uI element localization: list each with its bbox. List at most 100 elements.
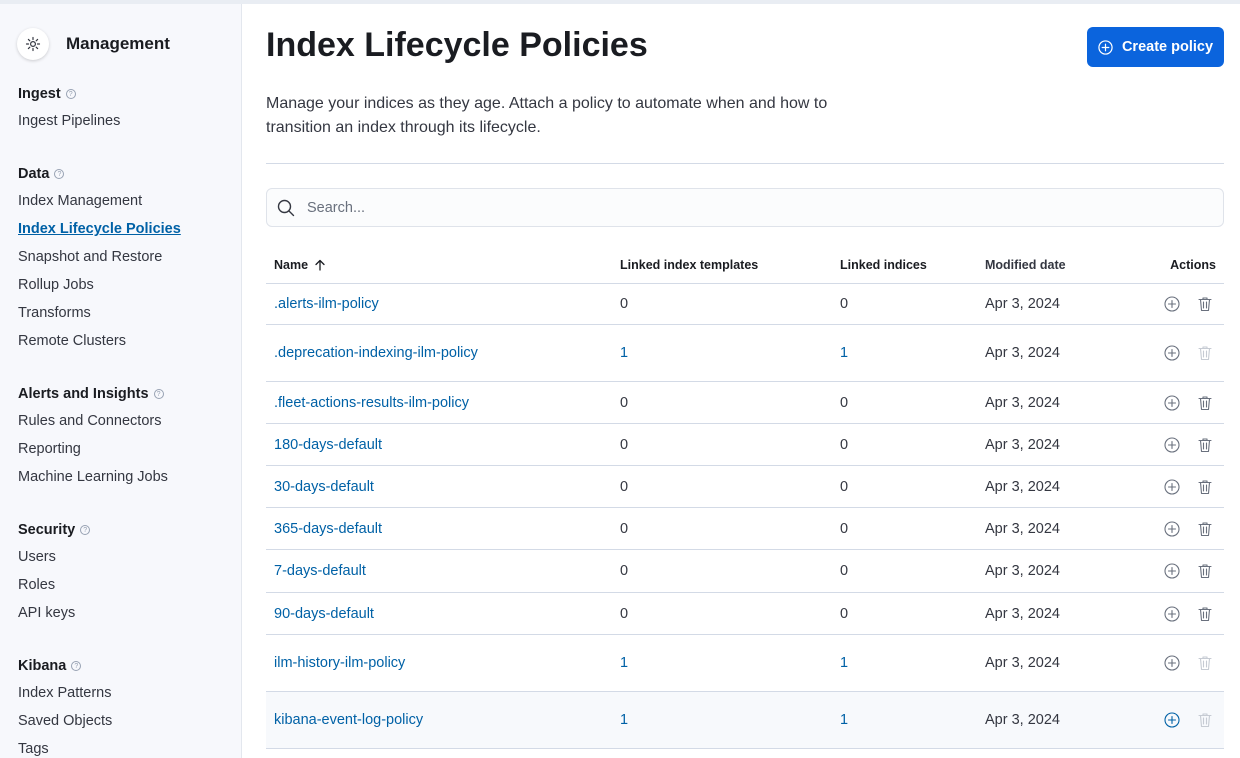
modified-date: Apr 3, 2024 (985, 655, 1060, 671)
linked-indices-count[interactable]: 1 (840, 655, 985, 671)
table-row: 30-days-default 0 0 Apr 3, 2024 (266, 466, 1224, 508)
trash-icon[interactable] (1196, 394, 1214, 412)
search-input[interactable] (307, 199, 1187, 216)
add-policy-to-index-template-icon[interactable] (1163, 394, 1181, 412)
trash-icon[interactable] (1196, 436, 1214, 454)
policy-name-link[interactable]: 7-days-default (266, 563, 620, 579)
add-policy-to-index-template-icon[interactable] (1163, 295, 1181, 313)
modified-date: Apr 3, 2024 (985, 563, 1060, 579)
table-row: .deprecation-indexing-ilm-policy 1 1 Apr 3,… (266, 325, 1224, 382)
add-policy-to-index-template-icon[interactable] (1163, 520, 1181, 538)
linked-indices-count: 0 (840, 296, 849, 312)
policy-name-link[interactable]: 90-days-default (266, 606, 620, 622)
help-icon: ? (71, 661, 82, 671)
help-icon: ? (153, 389, 164, 399)
table-row: ilm-history-ilm-policy 1 1 Apr 3, 2024 (266, 635, 1224, 692)
add-policy-to-index-template-icon[interactable] (1163, 344, 1181, 362)
linked-templates-count: 0 (620, 478, 629, 495)
create-policy-button[interactable]: Create policy (1087, 27, 1224, 67)
linked-indices-count[interactable]: 1 (840, 345, 985, 361)
add-policy-to-index-template-icon[interactable] (1163, 562, 1181, 580)
linked-templates-count[interactable]: 1 (620, 345, 840, 361)
create-policy-label: Create policy (1121, 39, 1214, 55)
sidebar-group-title: Kibana? (18, 656, 112, 676)
sidebar-group-alerts-and-insights: Alerts and Insights? Rules and Connector… (18, 384, 168, 491)
plus-circle-icon (1098, 39, 1113, 55)
column-header-name[interactable]: Name (266, 258, 620, 272)
sidebar-group-title: Security? (18, 520, 91, 540)
trash-icon[interactable] (1196, 605, 1214, 623)
table-row: 7-days-default 0 0 Apr 3, 2024 (266, 550, 1224, 593)
sidebar-item-machine-learning-jobs[interactable]: Machine Learning Jobs (18, 463, 168, 491)
page-description: Manage your indices as they age. Attach … (266, 95, 828, 136)
sidebar-item-roles[interactable]: Roles (18, 571, 90, 599)
sidebar-item-index-management[interactable]: Index Management (18, 187, 181, 215)
divider (266, 163, 1224, 164)
linked-templates-count: 0 (620, 520, 629, 537)
modified-date: Apr 3, 2024 (985, 436, 1060, 453)
policy-name-link[interactable]: .fleet-actions-results-ilm-policy (266, 395, 620, 411)
add-policy-to-index-template-icon[interactable] (1163, 478, 1181, 496)
sidebar-item-api-keys[interactable]: API keys (18, 599, 90, 627)
trash-icon[interactable] (1196, 520, 1214, 538)
sidebar-item-tags[interactable]: Tags (18, 735, 112, 758)
sidebar-item-snapshot-and-restore[interactable]: Snapshot and Restore (18, 243, 181, 271)
sidebar-group-title: Data? (18, 164, 181, 184)
linked-templates-count: 0 (620, 605, 629, 622)
sidebar-item-remote-clusters[interactable]: Remote Clusters (18, 327, 181, 355)
linked-indices-count[interactable]: 1 (840, 712, 985, 728)
modified-date: Apr 3, 2024 (985, 712, 1060, 728)
trash-icon (1196, 654, 1214, 672)
linked-templates-count: 0 (620, 563, 629, 579)
modified-date: Apr 3, 2024 (985, 478, 1060, 495)
sidebar-item-index-lifecycle-policies[interactable]: Index Lifecycle Policies (18, 215, 181, 243)
table-row: 365-days-default 0 0 Apr 3, 2024 (266, 508, 1224, 550)
column-header-linked-indices[interactable]: Linked indices (840, 258, 985, 272)
modified-date: Apr 3, 2024 (985, 345, 1060, 361)
policy-name-link[interactable]: kibana-event-log-policy (266, 712, 620, 728)
column-header-linked-index-templates[interactable]: Linked index templates (620, 258, 840, 272)
linked-templates-count[interactable]: 1 (620, 655, 840, 671)
sidebar-group-title: Alerts and Insights? (18, 384, 168, 404)
policy-name-link[interactable]: 365-days-default (266, 521, 620, 537)
add-policy-to-index-template-icon[interactable] (1163, 654, 1181, 672)
trash-icon (1196, 711, 1214, 729)
sidebar-group-data: Data? Index Management Index Lifecycle P… (18, 164, 181, 355)
sidebar-item-saved-objects[interactable]: Saved Objects (18, 707, 112, 735)
table-body: .alerts-ilm-policy 0 0 Apr 3, 2024 .deprecat… (266, 284, 1224, 749)
policy-name-link[interactable]: 30-days-default (266, 479, 620, 495)
table-row: .alerts-ilm-policy 0 0 Apr 3, 2024 (266, 284, 1224, 325)
add-policy-to-index-template-icon[interactable] (1163, 436, 1181, 454)
trash-icon (1196, 344, 1214, 362)
sidebar-item-reporting[interactable]: Reporting (18, 435, 168, 463)
modified-date: Apr 3, 2024 (985, 520, 1060, 537)
policy-name-link[interactable]: ilm-history-ilm-policy (266, 655, 620, 671)
sidebar-item-rollup-jobs[interactable]: Rollup Jobs (18, 271, 181, 299)
policy-name-link[interactable]: .deprecation-indexing-ilm-policy (266, 345, 620, 361)
policy-name-link[interactable]: 180-days-default (266, 437, 620, 453)
sidebar-item-index-patterns[interactable]: Index Patterns (18, 679, 112, 707)
trash-icon[interactable] (1196, 478, 1214, 496)
sidebar-item-rules-and-connectors[interactable]: Rules and Connectors (18, 407, 168, 435)
add-policy-to-index-template-icon[interactable] (1163, 605, 1181, 623)
gear-icon (17, 28, 49, 60)
sidebar-item-ingest-pipelines[interactable]: Ingest Pipelines (18, 107, 120, 135)
sidebar-group-security: Security? Users Roles API keys (18, 520, 91, 627)
linked-templates-count[interactable]: 1 (620, 712, 840, 728)
policy-name-link[interactable]: .alerts-ilm-policy (266, 296, 620, 312)
add-policy-to-index-template-icon[interactable] (1163, 711, 1181, 729)
sidebar-item-users[interactable]: Users (18, 543, 90, 571)
trash-icon[interactable] (1196, 295, 1214, 313)
policies-table: Name Linked index templates Linked indic… (266, 247, 1224, 749)
sidebar-item-transforms[interactable]: Transforms (18, 299, 181, 327)
row-actions (1125, 478, 1224, 496)
column-header-actions: Actions (1170, 258, 1216, 272)
page-title: Index Lifecycle Policies (266, 26, 648, 64)
linked-indices-count: 0 (840, 478, 849, 495)
trash-icon[interactable] (1196, 562, 1214, 580)
sidebar-group-ingest: Ingest? Ingest Pipelines (18, 84, 120, 135)
column-header-modified-date[interactable]: Modified date (985, 258, 1125, 272)
table-row: .fleet-actions-results-ilm-policy 0 0 Apr 3… (266, 382, 1224, 424)
row-actions (1125, 344, 1224, 362)
linked-indices-count: 0 (840, 394, 849, 411)
